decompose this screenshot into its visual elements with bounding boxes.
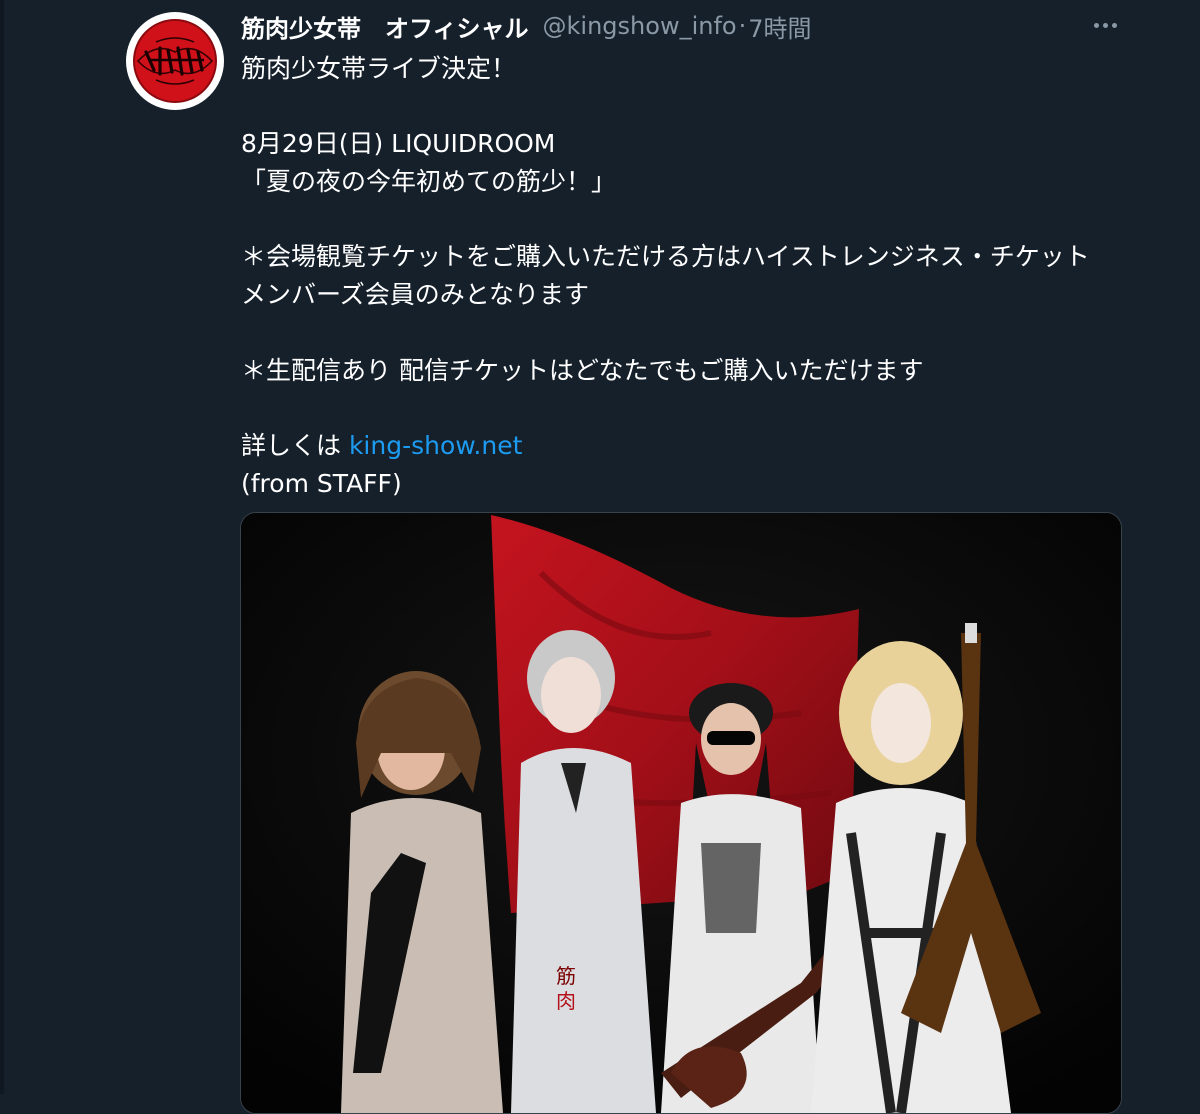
tweet-line: ＊会場観覧チケットをご購入いただける方はハイストレンジネス・チケット: [241, 242, 1090, 272]
coat-print: 肉: [556, 989, 576, 1013]
user-handle[interactable]: @kingshow_info: [543, 12, 737, 40]
tweet-line: 「夏の夜の今年初めての筋少！」: [241, 167, 617, 197]
more-horizontal-icon: [1093, 22, 1099, 28]
tweet-line: (from STAFF): [241, 468, 402, 498]
more-horizontal-icon: [1111, 22, 1117, 28]
tweet-text: 筋肉少女帯ライブ決定！ 8月29日(日) LIQUIDROOM 「夏の夜の今年初…: [241, 50, 1141, 502]
timeline-edge: [0, 0, 4, 1094]
tweet-text-prefix: 詳しくは: [241, 430, 349, 460]
more-horizontal-icon: [1102, 22, 1108, 28]
tweet-header: 筋肉少女帯 オフィシャル @kingshow_info · 7時間: [241, 8, 1110, 44]
band-photo: 筋 肉: [241, 513, 1121, 1113]
tweet-media-photo[interactable]: 筋 肉: [240, 512, 1122, 1114]
tweet-line: メンバーズ会員のみとなります: [241, 280, 590, 310]
tweet-line: 8月29日(日) LIQUIDROOM: [241, 129, 556, 159]
band-logo-avatar-icon: [133, 19, 217, 103]
tweet-line: 詳しくは king-show.net: [241, 427, 1141, 465]
tweet-line: ＊生配信あり 配信チケットはどなたでもご購入いただけます: [241, 355, 924, 385]
separator: ·: [738, 12, 747, 40]
coat-print: 筋: [556, 964, 576, 988]
tweet-line: 筋肉少女帯ライブ決定！: [241, 54, 517, 83]
tweet-link[interactable]: king-show.net: [349, 431, 522, 460]
tweet-timestamp[interactable]: 7時間: [748, 9, 811, 44]
more-button[interactable]: [1090, 10, 1120, 40]
display-name[interactable]: 筋肉少女帯 オフィシャル: [241, 9, 529, 44]
avatar[interactable]: [126, 12, 224, 110]
